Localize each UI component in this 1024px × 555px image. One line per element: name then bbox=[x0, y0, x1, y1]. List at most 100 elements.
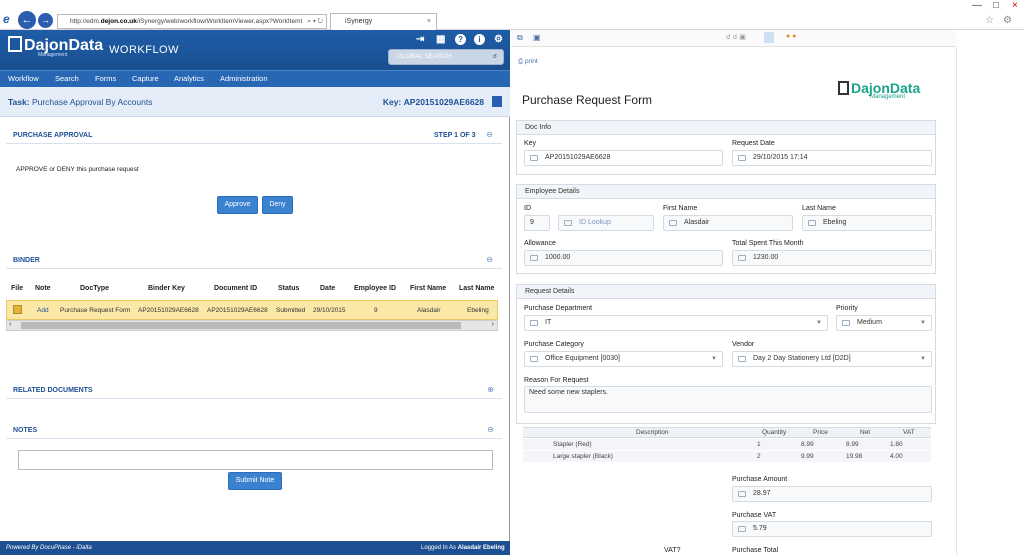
ie-logo-icon: e bbox=[3, 12, 10, 26]
notes-heading: NOTES bbox=[13, 427, 38, 434]
request-date-field[interactable]: 29/10/2015 17:14 bbox=[732, 150, 932, 166]
priority-label: Priority bbox=[836, 305, 858, 312]
forward-button[interactable]: → bbox=[38, 13, 53, 28]
reason-textarea[interactable]: Need some new staplers. bbox=[524, 386, 932, 413]
collapse-notes-icon[interactable]: ⊖ bbox=[487, 425, 494, 434]
settings-icon[interactable]: ⚙ bbox=[494, 34, 503, 45]
category-select[interactable]: Office Equipment [0030] ▼ bbox=[524, 351, 723, 367]
collapse-approval-icon[interactable]: ⊖ bbox=[486, 130, 493, 139]
allowance-field[interactable]: 1000.00 bbox=[524, 250, 723, 266]
request-date-label: Request Date bbox=[732, 140, 775, 147]
allowance-label: Allowance bbox=[524, 240, 556, 247]
cell-binder-key: AP20151029AE6628 bbox=[138, 307, 199, 314]
col-last-name[interactable]: Last Name bbox=[459, 285, 494, 292]
scroll-left-icon[interactable]: ‹ bbox=[9, 319, 12, 328]
tab-close-icon[interactable]: × bbox=[427, 14, 431, 30]
divider bbox=[6, 398, 502, 399]
file-icon[interactable] bbox=[13, 305, 22, 314]
deny-button[interactable]: Deny bbox=[262, 196, 293, 214]
menu-capture[interactable]: Capture bbox=[132, 74, 159, 83]
col-note[interactable]: Note bbox=[35, 285, 51, 292]
col-binder-key[interactable]: Binder Key bbox=[148, 285, 185, 292]
menu-workflow[interactable]: Workflow bbox=[8, 74, 39, 83]
id-field[interactable]: 9 bbox=[524, 215, 550, 231]
col-first-name[interactable]: First Name bbox=[410, 285, 446, 292]
favorites-star-icon[interactable]: ☆ bbox=[985, 15, 994, 26]
col-document-id[interactable]: Document ID bbox=[214, 285, 257, 292]
col-quantity: Quantity bbox=[762, 429, 787, 436]
col-status[interactable]: Status bbox=[278, 285, 299, 292]
related-documents-heading: RELATED DOCUMENTS bbox=[13, 387, 93, 394]
collapse-binder-icon[interactable]: ⊖ bbox=[486, 255, 493, 264]
form-title: Purchase Request Form bbox=[522, 93, 653, 107]
form-vertical-scrollbar[interactable] bbox=[956, 47, 1024, 555]
col-employee-id[interactable]: Employee ID bbox=[354, 285, 396, 292]
minimize-icon[interactable]: — bbox=[972, 0, 982, 11]
key-field[interactable]: AP20151029AE6628 bbox=[524, 150, 723, 166]
menu-analytics[interactable]: Analytics bbox=[174, 74, 204, 83]
cell-employee-id: 9 bbox=[374, 307, 378, 314]
vendor-select[interactable]: Day 2 Day Stationery Ltd [D2D] ▼ bbox=[732, 351, 932, 367]
scroll-right-icon[interactable]: › bbox=[491, 319, 494, 328]
note-textarea[interactable] bbox=[18, 450, 493, 470]
col-file[interactable]: File bbox=[11, 285, 23, 292]
split-view-icon[interactable] bbox=[492, 96, 502, 107]
menu-administration[interactable]: Administration bbox=[220, 74, 268, 83]
page-view-icon[interactable] bbox=[764, 32, 774, 43]
vat-question-label: VAT? bbox=[664, 547, 681, 554]
search-icon[interactable]: ☌ bbox=[493, 50, 497, 64]
purchase-total-label: Purchase Total bbox=[732, 547, 779, 554]
exit-icon[interactable]: ⇥ bbox=[416, 34, 424, 45]
approve-button[interactable]: Approve bbox=[217, 196, 258, 214]
item-vat: 1.80 bbox=[890, 441, 903, 448]
menu-search[interactable]: Search bbox=[55, 74, 79, 83]
col-date[interactable]: Date bbox=[320, 285, 335, 292]
address-actions[interactable]: ⌕ ▾ ↻ bbox=[307, 15, 323, 28]
cell-doctype: Purchase Request Form bbox=[60, 307, 131, 314]
submit-note-button[interactable]: Submit Note bbox=[228, 472, 282, 490]
viewer-toolbar: ⧉ ▣ ☌ ☌ ▣ ● ● bbox=[512, 30, 956, 47]
expand-related-icon[interactable]: ⊕ bbox=[487, 385, 494, 394]
purchase-amount-field[interactable]: 28.97 bbox=[732, 486, 932, 502]
task-key: Key: AP20151029AE6628 bbox=[382, 97, 484, 107]
scroll-thumb[interactable] bbox=[21, 322, 461, 329]
department-select[interactable]: IT ▼ bbox=[524, 315, 828, 331]
back-button[interactable]: ← bbox=[18, 11, 36, 29]
last-name-field[interactable]: Ebeling bbox=[802, 215, 932, 231]
first-name-label: First Name bbox=[663, 205, 698, 212]
popout-icon[interactable]: ⧉ bbox=[517, 33, 523, 43]
first-name-field[interactable]: Alasdair bbox=[663, 215, 793, 231]
form-logo: DajonData Management bbox=[838, 80, 920, 100]
settings-gear-icon[interactable]: ⚙ bbox=[1003, 15, 1012, 26]
purchase-approval-heading: PURCHASE APPROVAL bbox=[13, 132, 93, 139]
reports-icon[interactable]: ▦ bbox=[436, 34, 445, 45]
tab-isynergy[interactable]: iSynergy × bbox=[330, 13, 437, 30]
maximize-icon[interactable]: □ bbox=[993, 0, 999, 11]
browser-chrome: e ← → http://edm.dejon.co.uk/iSynergy/we… bbox=[0, 0, 1024, 30]
add-note-link[interactable]: Add bbox=[37, 307, 49, 314]
binder-heading: BINDER bbox=[13, 257, 40, 264]
item-quantity: 1 bbox=[757, 441, 761, 448]
item-net: 8.99 bbox=[846, 441, 859, 448]
global-search-input[interactable]: GLOBAL SEARCH ☌ bbox=[388, 49, 504, 65]
print-link[interactable]: ⎙ print bbox=[518, 58, 538, 66]
id-lookup-button[interactable]: ID Lookup bbox=[558, 215, 654, 231]
zoom-icons[interactable]: ☌ ☌ ▣ bbox=[726, 33, 746, 41]
total-spent-field[interactable]: 1230.00 bbox=[732, 250, 932, 266]
item-description: Large stapler (Black) bbox=[553, 453, 613, 460]
key-label: Key bbox=[524, 140, 537, 147]
address-bar[interactable]: http://edm.dejon.co.uk/iSynergy/web/work… bbox=[57, 14, 327, 29]
purchase-vat-field[interactable]: 5.79 bbox=[732, 521, 932, 537]
info-icon[interactable]: i bbox=[474, 34, 485, 45]
close-window-icon[interactable]: × bbox=[1012, 0, 1018, 11]
priority-select[interactable]: Medium ▼ bbox=[836, 315, 932, 331]
item-net: 19.98 bbox=[846, 453, 863, 460]
help-icon[interactable]: ? bbox=[455, 34, 466, 45]
annotate-icons[interactable]: ● ● bbox=[786, 33, 796, 40]
col-doctype[interactable]: DocType bbox=[80, 285, 109, 292]
footer-powered-by: Powered By DocuPhase - iDalta bbox=[6, 545, 92, 551]
cell-document-id: AP20151029AE6628 bbox=[207, 307, 268, 314]
save-icon[interactable]: ▣ bbox=[533, 33, 541, 42]
menu-forms[interactable]: Forms bbox=[95, 74, 116, 83]
binder-horizontal-scrollbar[interactable]: ‹ › bbox=[6, 319, 498, 331]
